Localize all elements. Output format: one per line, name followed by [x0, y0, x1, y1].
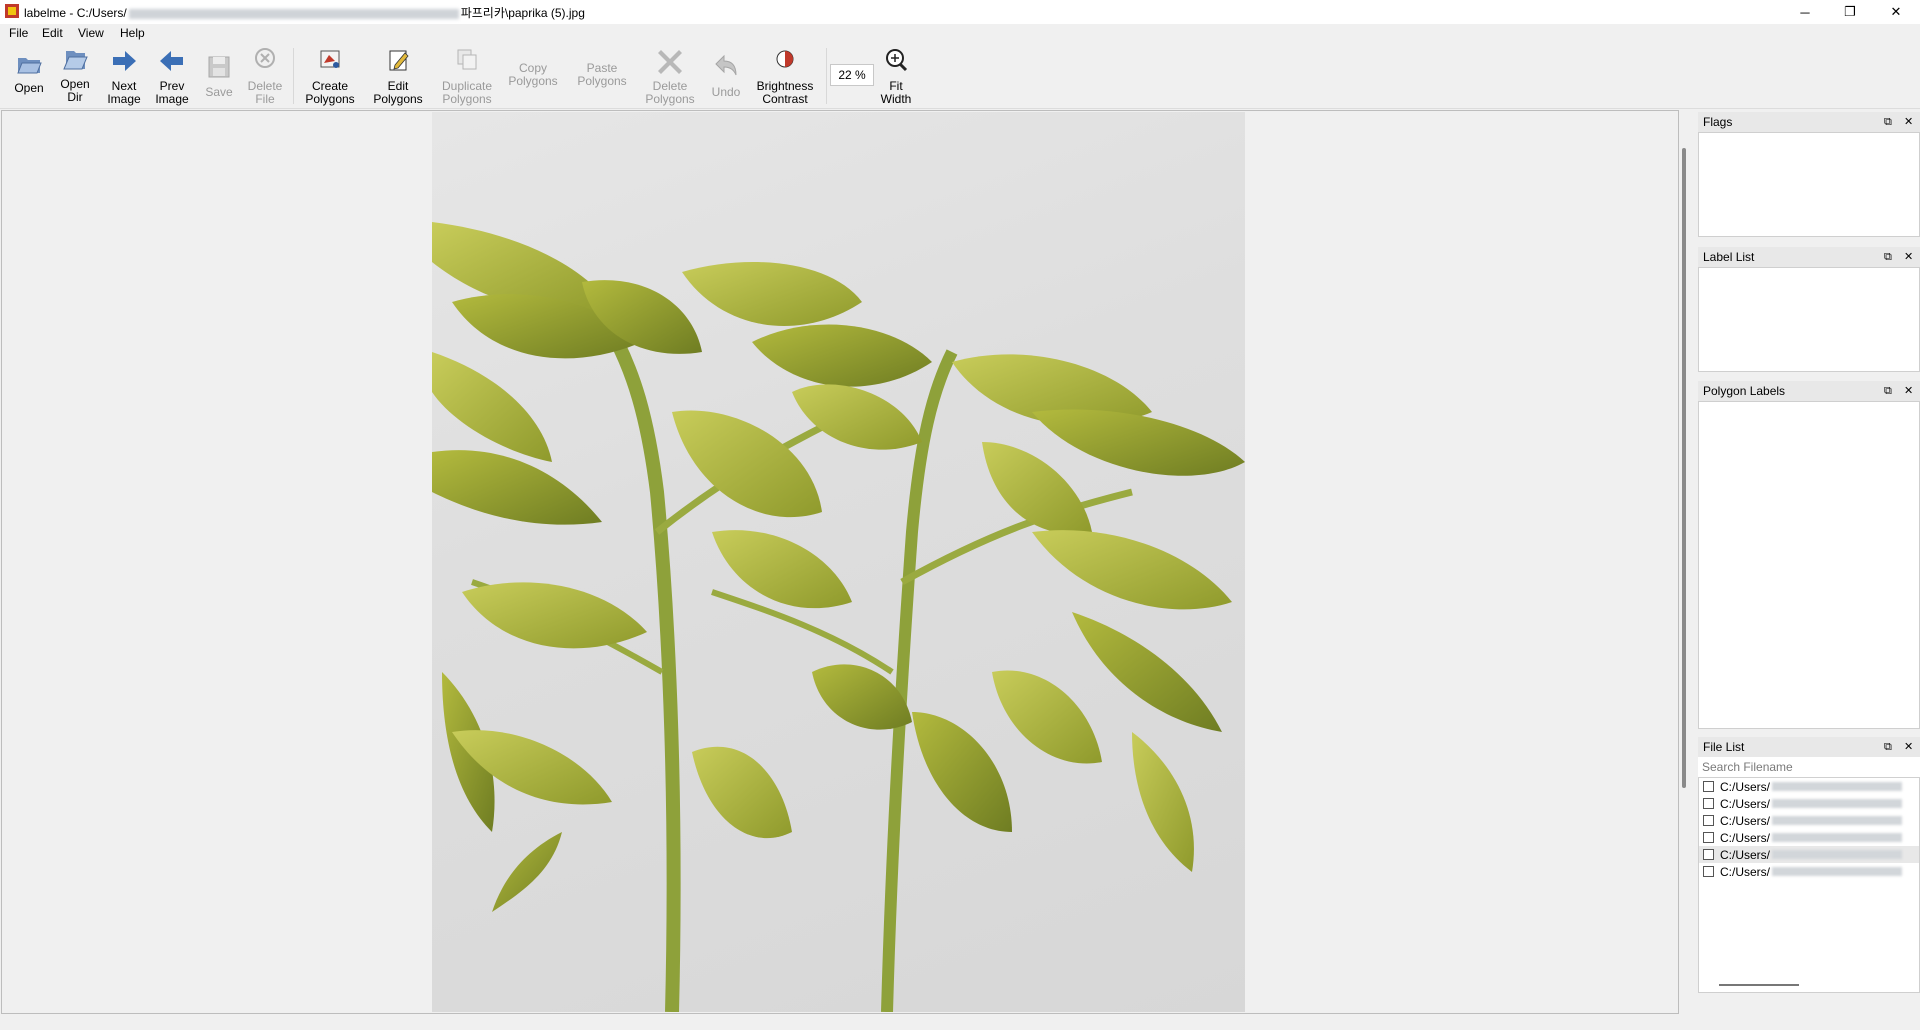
file-list-item[interactable]: C:/Users/ [1699, 795, 1919, 812]
menu-view[interactable]: View [75, 26, 107, 40]
toolbar-separator [826, 48, 827, 104]
polygon-labels-dock: Polygon Labels ⧉ ✕ [1698, 381, 1920, 729]
close-icon[interactable]: ✕ [1904, 247, 1913, 267]
file-checkbox[interactable] [1703, 849, 1714, 860]
copy-polygons-button[interactable]: Copy Polygons [505, 62, 561, 88]
float-icon[interactable]: ⧉ [1884, 737, 1892, 757]
float-icon[interactable]: ⧉ [1884, 381, 1892, 401]
polygon-labels-list[interactable] [1698, 401, 1920, 729]
labelme-icon [5, 4, 19, 18]
prev-image-button[interactable]: Prev Image [153, 47, 191, 106]
file-checkbox[interactable] [1703, 866, 1714, 877]
open-dir-button[interactable]: Open Dir [56, 45, 94, 104]
file-checkbox[interactable] [1703, 781, 1714, 792]
undo-button[interactable]: Undo [708, 53, 744, 99]
undo-icon [715, 54, 737, 76]
save-button[interactable]: Save [204, 53, 234, 99]
zoom-icon [886, 49, 908, 72]
redacted-path [1772, 799, 1903, 808]
close-icon[interactable]: ✕ [1904, 381, 1913, 401]
menu-edit[interactable]: Edit [39, 26, 66, 40]
float-icon[interactable]: ⧉ [1884, 112, 1892, 132]
file-checkbox[interactable] [1703, 798, 1714, 809]
next-image-button[interactable]: Next Image [105, 47, 143, 106]
close-icon[interactable]: ✕ [1904, 737, 1913, 757]
brightness-contrast-button[interactable]: Brightness Contrast [752, 47, 818, 106]
redacted-path [1772, 850, 1903, 859]
float-icon[interactable]: ⧉ [1884, 247, 1892, 267]
file-list[interactable]: C:/Users/ C:/Users/ C:/Users/ C:/Users/ … [1698, 778, 1920, 993]
flags-list[interactable] [1698, 132, 1920, 237]
menu-bar: File Edit View Help [0, 24, 1920, 44]
arrow-left-icon [160, 51, 183, 71]
folder-open-icon [17, 58, 42, 74]
redacted-path [128, 8, 459, 19]
search-filename-input[interactable]: Search Filename [1698, 757, 1920, 778]
polygon-create-icon [320, 50, 340, 68]
menu-file[interactable]: File [6, 26, 31, 40]
paste-polygons-button[interactable]: Paste Polygons [573, 62, 631, 88]
label-list[interactable] [1698, 267, 1920, 372]
status-bar [0, 1014, 1920, 1030]
flags-dock: Flags ⧉ ✕ [1698, 112, 1920, 237]
file-list-horizontal-scrollbar[interactable] [1719, 984, 1799, 986]
duplicate-polygons-button[interactable]: Duplicate Polygons [437, 47, 497, 106]
file-checkbox[interactable] [1703, 815, 1714, 826]
edit-icon [389, 50, 409, 71]
folder-icon [63, 51, 88, 70]
label-list-dock: Label List ⧉ ✕ [1698, 247, 1920, 372]
circle-x-icon [255, 48, 275, 68]
file-list-item[interactable]: C:/Users/ [1699, 812, 1919, 829]
open-button[interactable]: Open [11, 49, 47, 95]
file-list-item[interactable]: C:/Users/ [1699, 778, 1919, 795]
close-icon[interactable]: ✕ [1904, 112, 1913, 132]
restore-button[interactable]: ❐ [1827, 0, 1873, 24]
minimize-button[interactable]: ─ [1782, 0, 1828, 24]
redacted-path [1772, 782, 1903, 791]
title-bar: labelme - C:/Users/파프리카\paprika (5).jpg … [0, 0, 1920, 24]
fit-width-button[interactable]: Fit Width [878, 47, 914, 106]
brightness-icon [776, 50, 794, 68]
file-list-dock: File List ⧉ ✕ Search Filename C:/Users/ … [1698, 737, 1920, 993]
file-list-item[interactable]: C:/Users/ [1699, 829, 1919, 846]
canvas-vertical-scrollbar[interactable] [1682, 148, 1686, 788]
zoom-input[interactable]: 22 % [830, 64, 874, 86]
duplicate-icon [457, 49, 477, 70]
file-checkbox[interactable] [1703, 832, 1714, 843]
floppy-icon [208, 56, 230, 78]
x-icon [658, 50, 682, 74]
arrow-right-icon [113, 51, 136, 71]
create-polygons-button[interactable]: Create Polygons [302, 47, 358, 106]
redacted-path [1772, 867, 1903, 876]
close-button[interactable]: ✕ [1873, 0, 1919, 24]
redacted-path [1772, 833, 1903, 842]
window-title: labelme - C:/Users/파프리카\paprika (5).jpg [24, 6, 585, 20]
delete-polygons-button[interactable]: Delete Polygons [642, 47, 698, 106]
plant-illustration [432, 222, 1245, 1012]
image-canvas[interactable] [1, 110, 1679, 1014]
toolbar: Open Open Dir Next Image Prev Image Save [0, 44, 1920, 109]
file-list-item[interactable]: C:/Users/ [1699, 863, 1919, 880]
polygon-labels-dock-title: Polygon Labels ⧉ ✕ [1698, 381, 1920, 401]
file-list-dock-title: File List ⧉ ✕ [1698, 737, 1920, 757]
toolbar-separator [293, 48, 294, 104]
menu-help[interactable]: Help [117, 26, 148, 40]
file-list-item-selected[interactable]: C:/Users/ [1699, 846, 1919, 863]
label-list-dock-title: Label List ⧉ ✕ [1698, 247, 1920, 267]
edit-polygons-button[interactable]: Edit Polygons [370, 47, 426, 106]
paprika-plant-image[interactable] [432, 112, 1245, 1012]
flags-dock-title: Flags ⧉ ✕ [1698, 112, 1920, 132]
redacted-path [1772, 816, 1903, 825]
delete-file-button[interactable]: Delete File [246, 47, 284, 106]
